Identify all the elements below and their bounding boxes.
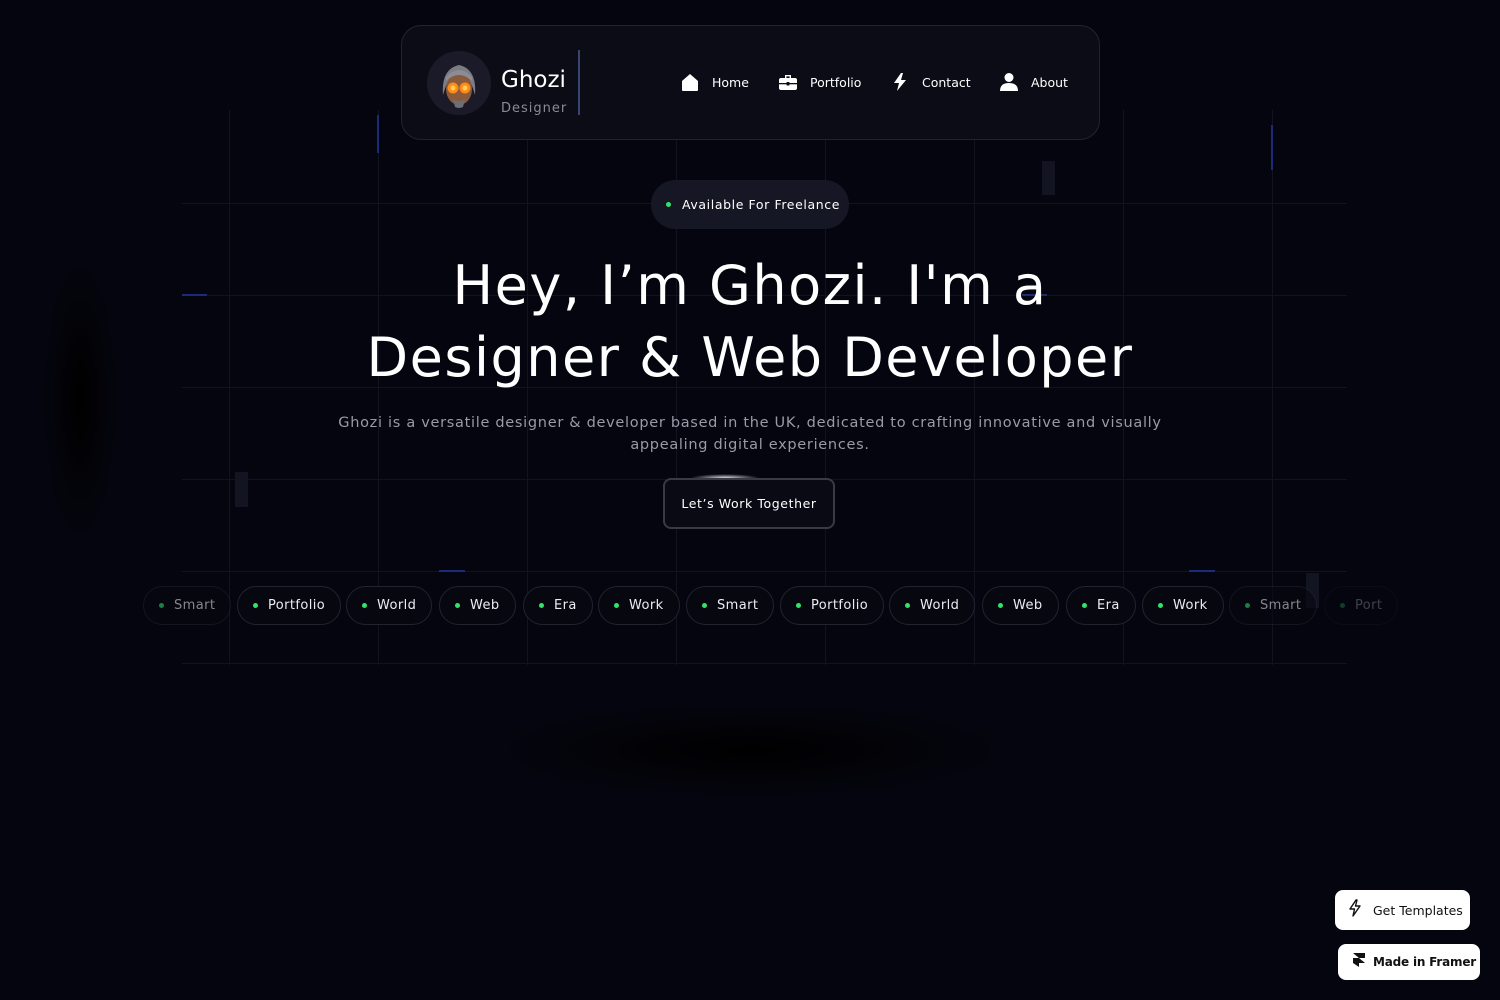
nav-label: About <box>1031 74 1068 90</box>
tag-dot <box>702 603 707 608</box>
get-templates-button[interactable]: Get Templates <box>1335 890 1470 930</box>
avatar[interactable] <box>427 51 491 115</box>
nav-item-about[interactable]: About <box>998 70 1068 94</box>
nav-item-home[interactable]: Home <box>679 70 749 94</box>
tag-label: World <box>377 598 417 613</box>
nav-label: Portfolio <box>810 74 862 90</box>
tag-pill: Work <box>1142 586 1224 625</box>
tag-dot <box>253 603 258 608</box>
tag-pill: World <box>346 586 433 625</box>
lightning-icon <box>889 72 910 93</box>
tag-label: Work <box>1173 598 1208 613</box>
tag-dot <box>159 603 164 608</box>
tag-label: Smart <box>174 598 216 613</box>
cta-label: Let’s Work Together <box>681 496 817 511</box>
grid-block <box>235 472 248 507</box>
hero-title: Hey, I’m Ghozi. I'm a Designer & Web Dev… <box>250 250 1250 394</box>
brand-divider <box>578 50 580 115</box>
tag-label: Portfolio <box>268 598 326 613</box>
navbar: Ghozi Designer Home Portfolio Contact Ab… <box>401 25 1100 140</box>
made-in-framer-button[interactable]: Made in Framer <box>1338 944 1480 980</box>
tag-pill: Portfolio <box>237 586 342 625</box>
tag-label: Port <box>1355 598 1383 613</box>
shadow-glow <box>40 250 120 550</box>
grid-accent <box>1189 570 1215 572</box>
tag-pill: Era <box>1066 586 1136 625</box>
nav-label: Contact <box>922 74 971 90</box>
nav-item-portfolio[interactable]: Portfolio <box>777 70 861 94</box>
status-dot <box>666 202 671 207</box>
tag-label: World <box>920 598 960 613</box>
nav-label: Home <box>712 74 749 90</box>
tag-dot <box>1082 603 1087 608</box>
grid-accent <box>182 294 207 296</box>
tag-label: Era <box>1097 598 1120 613</box>
grid-block <box>1042 161 1055 195</box>
user-icon <box>998 72 1019 93</box>
tag-dot <box>1245 603 1250 608</box>
home-icon <box>679 72 700 93</box>
hero-description: Ghozi is a versatile designer & develope… <box>338 415 1162 453</box>
page: Ghozi Designer Home Portfolio Contact Ab… <box>0 0 1500 1000</box>
grid-accent <box>1271 125 1273 170</box>
tag-pill: World <box>889 586 976 625</box>
tag-pill: Smart <box>1229 586 1318 625</box>
hero-title-line2: Designer & Web Developer <box>366 326 1134 389</box>
tag-pill: Smart <box>143 586 232 625</box>
work-together-button[interactable]: Let’s Work Together <box>663 478 835 529</box>
briefcase-icon <box>777 72 798 93</box>
brand-role: Designer <box>501 101 568 116</box>
tag-dot <box>1158 603 1163 608</box>
made-in-framer-label: Made in Framer <box>1373 955 1476 969</box>
grid-accent <box>439 570 465 572</box>
tag-pill: Era <box>523 586 593 625</box>
tag-dot <box>539 603 544 608</box>
lightning-icon <box>1347 899 1363 921</box>
tag-pill: Web <box>439 586 516 625</box>
tag-label: Work <box>629 598 664 613</box>
tag-dot <box>455 603 460 608</box>
tag-label: Era <box>554 598 577 613</box>
tag-pill: Smart <box>686 586 775 625</box>
tag-pill: Port <box>1324 586 1399 625</box>
tag-dot <box>362 603 367 608</box>
tag-dot <box>998 603 1003 608</box>
tag-dot <box>796 603 801 608</box>
tag-pill: Portfolio <box>780 586 885 625</box>
tag-label: Portfolio <box>811 598 869 613</box>
tag-dot <box>1340 603 1345 608</box>
badge-text: Available For Freelance <box>682 197 841 212</box>
grid-accent <box>377 115 379 153</box>
tag-pill: Work <box>598 586 680 625</box>
availability-badge: Available For Freelance <box>651 180 849 229</box>
nav-item-contact[interactable]: Contact <box>889 70 971 94</box>
shadow-glow <box>480 700 1020 800</box>
tag-dot <box>905 603 910 608</box>
tag-label: Web <box>1013 598 1043 613</box>
framer-logo-icon <box>1352 952 1366 972</box>
hero-title-line1: Hey, I’m Ghozi. I'm a <box>452 254 1048 317</box>
get-templates-label: Get Templates <box>1373 902 1463 918</box>
tag-label: Smart <box>1260 598 1302 613</box>
tag-label: Smart <box>717 598 759 613</box>
tag-pill: Web <box>982 586 1059 625</box>
tag-dot <box>614 603 619 608</box>
tag-label: Web <box>470 598 500 613</box>
brand-name: Ghozi <box>501 67 566 93</box>
